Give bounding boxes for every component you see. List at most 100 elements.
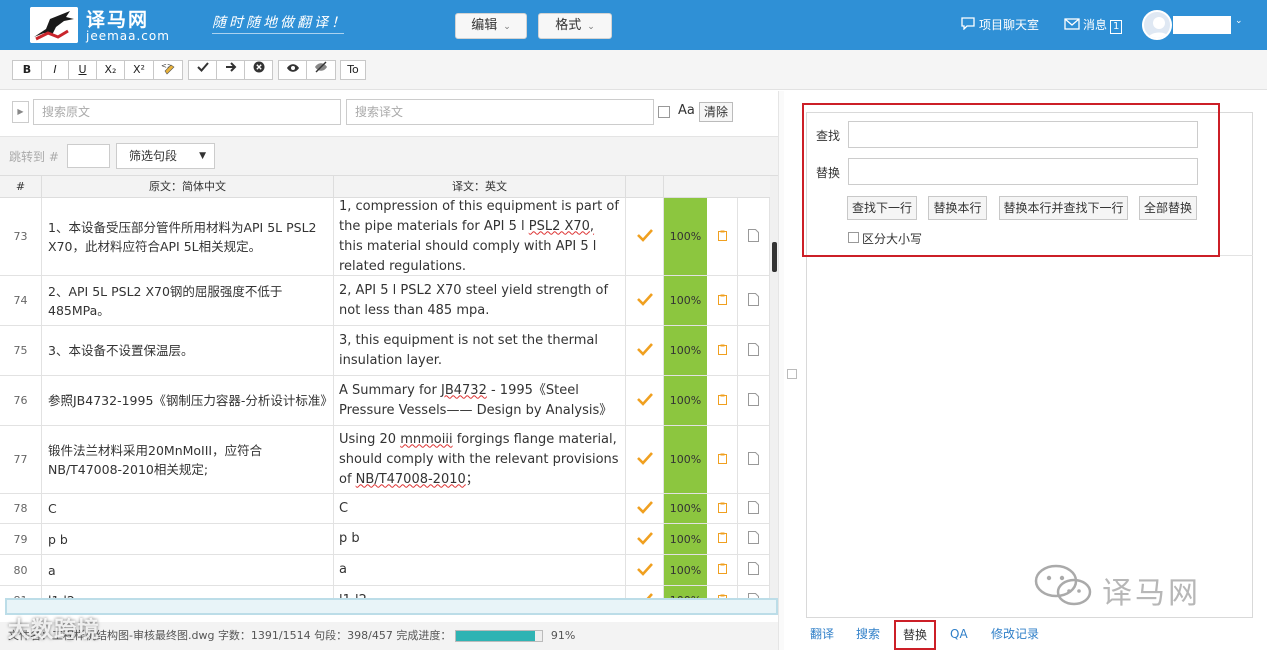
chat-room-link[interactable]: 项目聊天室: [960, 15, 1039, 36]
edit-menu-button[interactable]: 编辑 ⌄: [455, 13, 527, 39]
target-text[interactable]: 1, compression of this equipment is part…: [339, 197, 620, 277]
table-row[interactable]: 75 3、本设备不设置保温层。 3, this equipment is not s…: [0, 326, 770, 376]
replace-and-find-next-button[interactable]: 替换本行并查找下一行: [999, 196, 1128, 220]
clipboard-icon[interactable]: [718, 230, 727, 244]
replace-input[interactable]: [848, 158, 1198, 185]
splitter-handle[interactable]: [787, 369, 797, 379]
target-text[interactable]: Using 20 mnmoiii forgings flange materia…: [339, 430, 620, 490]
clear-format-button[interactable]: <>: [153, 60, 183, 80]
target-cell[interactable]: C: [334, 494, 626, 523]
subscript-button[interactable]: X₂: [96, 60, 125, 80]
format-menu-button[interactable]: 格式 ⌄: [538, 13, 612, 39]
replace-all-button[interactable]: 全部替换: [1139, 196, 1197, 220]
tab-search[interactable]: 搜索: [856, 624, 880, 644]
find-input[interactable]: [848, 121, 1198, 148]
filter-segments-select[interactable]: 筛选句段 ▼: [116, 143, 215, 169]
note-cell[interactable]: [708, 426, 738, 493]
expand-arrow-icon[interactable]: ▶: [12, 101, 29, 123]
document-cell[interactable]: [738, 326, 770, 375]
avatar[interactable]: [1142, 10, 1172, 40]
note-cell[interactable]: [708, 198, 738, 275]
note-cell[interactable]: [708, 326, 738, 375]
bold-button[interactable]: B: [12, 60, 42, 80]
document-icon[interactable]: [748, 292, 759, 309]
target-text[interactable]: p b: [339, 529, 360, 549]
tab-qa[interactable]: QA: [950, 624, 968, 644]
clipboard-icon[interactable]: [718, 394, 727, 408]
search-target-input[interactable]: 搜索译文: [346, 99, 654, 125]
document-icon[interactable]: [748, 228, 759, 245]
table-row[interactable]: 77 锻件法兰材料采用20MnMoIII，应符合NB/T47008-2010相关规…: [0, 426, 770, 494]
grid-scrollbar-thumb[interactable]: [772, 242, 777, 272]
target-cell[interactable]: 2, API 5 l PSL2 X70 steel yield strength…: [334, 276, 626, 325]
table-row[interactable]: 81 l1 l2 l1 l2 100%: [0, 586, 770, 598]
target-cell[interactable]: l1 l2: [334, 586, 626, 598]
replace-row-button[interactable]: 替换本行: [928, 196, 987, 220]
underline-button[interactable]: U: [68, 60, 97, 80]
horizontal-scrollbar[interactable]: [5, 598, 778, 615]
grid-scrollbar[interactable]: [770, 176, 778, 598]
note-cell[interactable]: [708, 524, 738, 554]
document-cell[interactable]: [738, 376, 770, 425]
clipboard-icon[interactable]: [718, 532, 727, 546]
target-cell[interactable]: A Summary for JB4732 - 1995《Steel Pressu…: [334, 376, 626, 425]
tab-translate[interactable]: 翻译: [810, 624, 834, 644]
target-cell[interactable]: a: [334, 555, 626, 585]
clipboard-icon[interactable]: [718, 344, 727, 358]
document-cell[interactable]: [738, 198, 770, 275]
target-text[interactable]: 3, this equipment is not set the thermal…: [339, 331, 620, 371]
document-icon[interactable]: [748, 451, 759, 468]
note-cell[interactable]: [708, 586, 738, 598]
note-cell[interactable]: [708, 376, 738, 425]
insert-tag-button[interactable]: To: [340, 60, 366, 80]
clipboard-icon[interactable]: [718, 563, 727, 577]
target-text[interactable]: l1 l2: [339, 591, 367, 599]
tab-revision-history[interactable]: 修改记录: [991, 624, 1039, 644]
table-row[interactable]: 80 a a 100%: [0, 555, 770, 586]
note-cell[interactable]: [708, 494, 738, 523]
next-segment-button[interactable]: [216, 60, 245, 80]
search-source-input[interactable]: 搜索原文: [33, 99, 341, 125]
clipboard-icon[interactable]: [718, 453, 727, 467]
tab-replace[interactable]: 替换: [894, 620, 937, 650]
target-cell[interactable]: 3, this equipment is not set the thermal…: [334, 326, 626, 375]
document-cell[interactable]: [738, 586, 770, 598]
target-cell[interactable]: Using 20 mnmoiii forgings flange materia…: [334, 426, 626, 493]
document-cell[interactable]: [738, 494, 770, 523]
pane-splitter[interactable]: [778, 91, 784, 650]
hide-tags-button[interactable]: [306, 60, 336, 80]
table-row[interactable]: 73 1、本设备受压部分管件所用材料为API 5L PSL2 X70，此材料应符合…: [0, 198, 770, 276]
target-cell[interactable]: p b: [334, 524, 626, 554]
note-cell[interactable]: [708, 276, 738, 325]
table-row[interactable]: 74 2、API 5L PSL2 X70钢的屈服强度不低于485MPa。 2, AP…: [0, 276, 770, 326]
document-cell[interactable]: [738, 555, 770, 585]
messages-link[interactable]: 消息 1: [1064, 15, 1123, 36]
document-cell[interactable]: [738, 524, 770, 554]
confirm-button[interactable]: [188, 60, 217, 80]
jump-to-input[interactable]: [67, 144, 110, 168]
match-case-checkbox[interactable]: [658, 106, 670, 118]
note-cell[interactable]: [708, 555, 738, 585]
target-text[interactable]: 2, API 5 l PSL2 X70 steel yield strength…: [339, 281, 620, 321]
document-icon[interactable]: [748, 392, 759, 409]
clear-search-button[interactable]: 清除: [699, 102, 734, 122]
target-text[interactable]: C: [339, 499, 348, 519]
document-cell[interactable]: [738, 276, 770, 325]
find-next-button[interactable]: 查找下一行: [847, 196, 917, 220]
match-case-checkbox[interactable]: [848, 232, 859, 243]
cancel-button[interactable]: [244, 60, 273, 80]
chevron-down-icon[interactable]: ⌄: [1235, 16, 1243, 26]
clipboard-icon[interactable]: [718, 502, 727, 516]
document-icon[interactable]: [748, 342, 759, 359]
table-row[interactable]: 76 参照JB4732-1995《钢制压力容器-分析设计标准》 A Summary …: [0, 376, 770, 426]
target-cell[interactable]: 1, compression of this equipment is part…: [334, 198, 626, 275]
table-row[interactable]: 79 p b p b 100%: [0, 524, 770, 555]
target-text[interactable]: A Summary for JB4732 - 1995《Steel Pressu…: [339, 381, 620, 421]
show-tags-button[interactable]: [278, 60, 307, 80]
document-icon[interactable]: [748, 500, 759, 517]
clipboard-icon[interactable]: [718, 294, 727, 308]
document-icon[interactable]: [748, 562, 759, 578]
table-row[interactable]: 78 C C 100%: [0, 494, 770, 524]
superscript-button[interactable]: X²: [124, 60, 154, 80]
document-cell[interactable]: [738, 426, 770, 493]
